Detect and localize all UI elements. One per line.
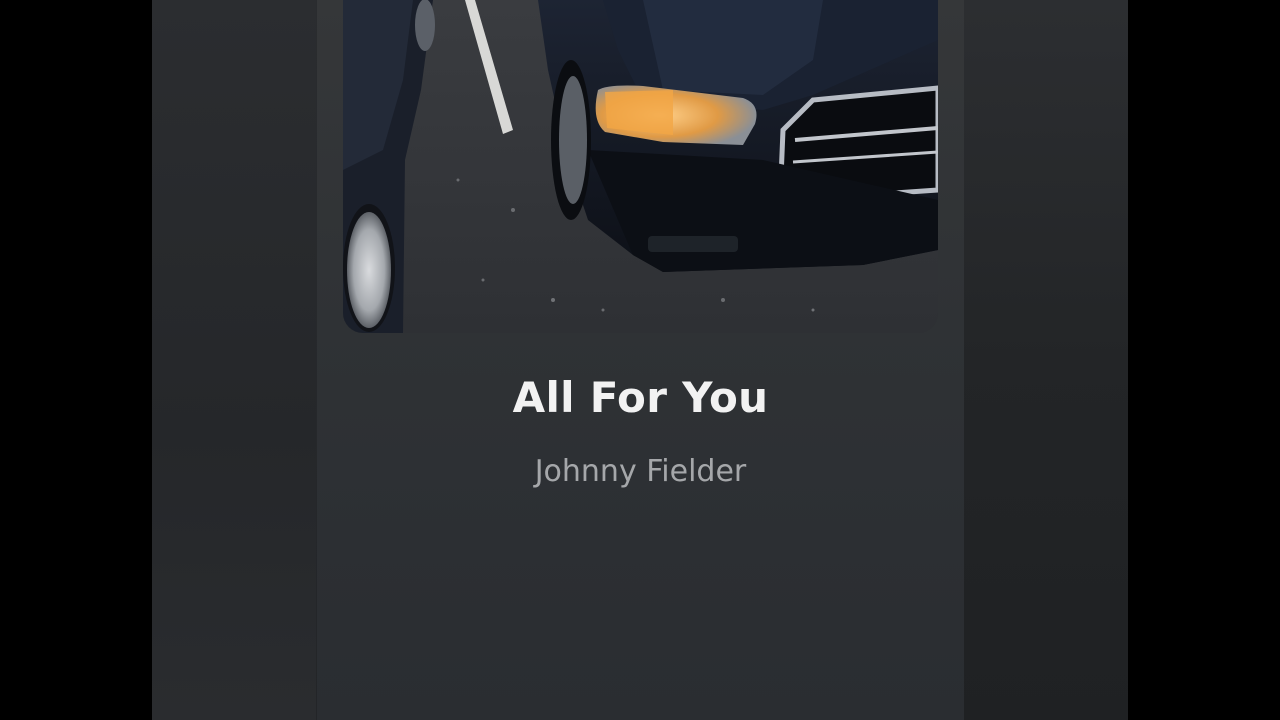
side-panel-right bbox=[964, 0, 1128, 720]
track-title: All For You bbox=[512, 373, 769, 422]
track-artist[interactable]: Johnny Fielder bbox=[317, 454, 964, 489]
letterbox-left bbox=[0, 0, 152, 720]
side-panel-left bbox=[152, 0, 316, 720]
now-playing-card: All For You Johnny Fielder bbox=[317, 0, 964, 720]
album-artwork[interactable] bbox=[343, 0, 938, 333]
letterbox-right bbox=[1128, 0, 1280, 720]
phone-screen: All For You Johnny Fielder bbox=[152, 0, 1128, 720]
album-artwork-image bbox=[343, 0, 938, 333]
